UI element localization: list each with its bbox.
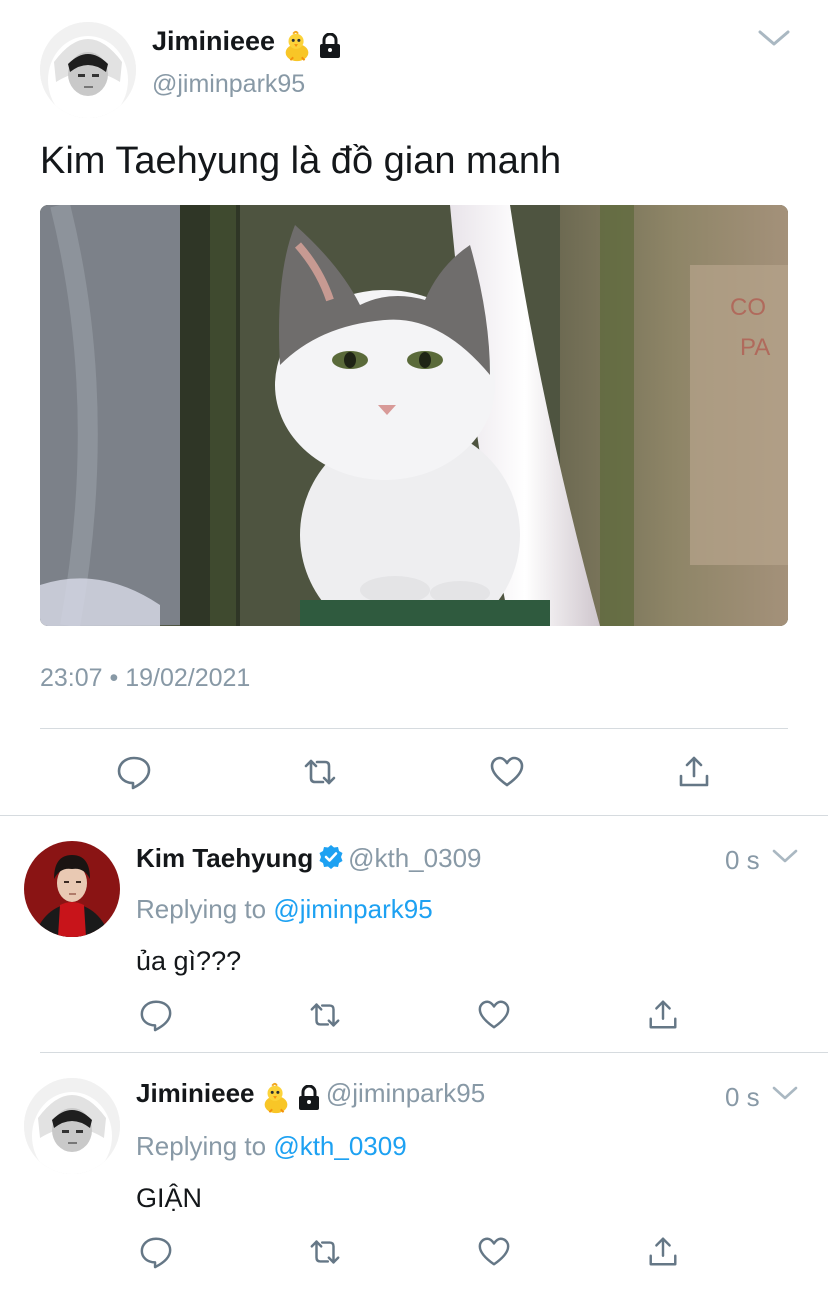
share-icon[interactable]: [646, 1235, 680, 1269]
divider: [40, 728, 788, 729]
author-name[interactable]: Jiminieee: [152, 26, 275, 56]
baby-chick-emoji: [259, 1081, 293, 1115]
verified-badge-icon: [318, 844, 344, 870]
reply-time[interactable]: 0 s: [725, 845, 760, 876]
svg-text:PA: PA: [740, 334, 770, 361]
replying-to-prefix: Replying to: [136, 894, 274, 924]
chevron-down-icon[interactable]: [770, 1082, 800, 1104]
reply-author-line: Kim Taehyung @kth_0309: [136, 843, 482, 874]
author-line: Jiminieee: [152, 26, 342, 63]
reply-author-line: Jiminieee @jiminpark95: [136, 1078, 485, 1115]
share-icon[interactable]: [646, 998, 680, 1032]
tweet-timestamp[interactable]: 23:07 • 19/02/2021: [40, 664, 250, 693]
reply-author-handle[interactable]: @jiminpark95: [326, 1078, 485, 1108]
lock-icon: [318, 32, 342, 59]
share-icon[interactable]: [676, 754, 712, 790]
reply-icon[interactable]: [139, 998, 173, 1032]
retweet-icon[interactable]: [308, 998, 342, 1032]
reply-author-name[interactable]: Kim Taehyung: [136, 843, 313, 873]
divider: [0, 815, 828, 816]
reply-avatar[interactable]: [24, 841, 120, 937]
reply-text: GIẬN: [136, 1183, 203, 1213]
reply-author-handle[interactable]: @kth_0309: [348, 843, 481, 873]
svg-text:CO: CO: [730, 294, 766, 321]
reply-icon[interactable]: [116, 754, 152, 790]
lock-icon: [297, 1084, 321, 1111]
retweet-icon[interactable]: [308, 1235, 342, 1269]
replying-to: Replying to @kth_0309: [136, 1131, 407, 1162]
reply-icon[interactable]: [139, 1235, 173, 1269]
chevron-down-icon[interactable]: [756, 26, 792, 50]
author-avatar[interactable]: [40, 22, 136, 118]
retweet-icon[interactable]: [302, 754, 338, 790]
replying-to: Replying to @jiminpark95: [136, 894, 433, 925]
tweet-photo[interactable]: CO PA: [40, 205, 788, 626]
replying-to-link[interactable]: @jiminpark95: [273, 894, 432, 924]
heart-icon[interactable]: [489, 754, 525, 790]
replying-to-link[interactable]: @kth_0309: [273, 1131, 406, 1161]
chevron-down-icon[interactable]: [770, 845, 800, 867]
baby-chick-emoji: [280, 29, 314, 63]
tweet-text: Kim Taehyung là đồ gian manh: [40, 140, 562, 182]
divider: [40, 1052, 828, 1053]
reply-text: ủa gì???: [136, 946, 242, 976]
reply-time[interactable]: 0 s: [725, 1082, 760, 1113]
author-handle[interactable]: @jiminpark95: [152, 70, 305, 99]
heart-icon[interactable]: [477, 998, 511, 1032]
reply-avatar[interactable]: [24, 1078, 120, 1174]
heart-icon[interactable]: [477, 1235, 511, 1269]
replying-to-prefix: Replying to: [136, 1131, 274, 1161]
reply-author-name[interactable]: Jiminieee: [136, 1078, 255, 1108]
